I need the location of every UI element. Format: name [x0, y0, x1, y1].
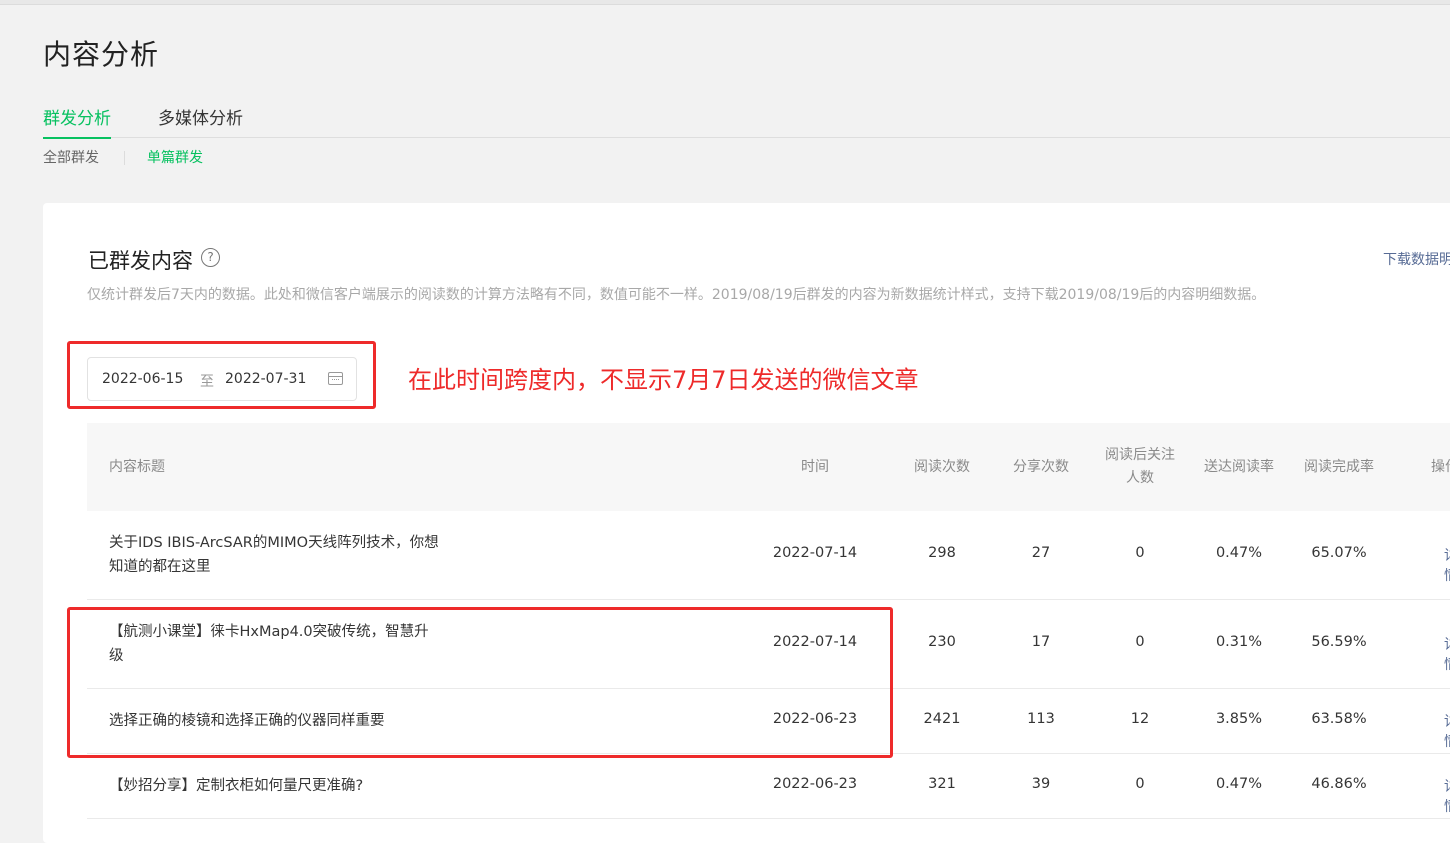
header-actions: 操作 — [1431, 459, 1450, 475]
row-detail-link[interactable]: 详情 — [1444, 776, 1450, 816]
top-border — [0, 0, 1450, 5]
tab-multimedia-analysis[interactable]: 多媒体分析 — [158, 104, 243, 137]
row-title[interactable]: 【妙招分享】定制衣柜如何量尺更准确? — [109, 774, 509, 798]
row-follows: 0 — [1135, 776, 1145, 792]
row-time: 2022-07-14 — [772, 545, 858, 561]
row-follows: 12 — [1130, 711, 1150, 727]
row-detail-link[interactable]: 详情 — [1444, 711, 1450, 751]
section-title: 已群发内容 — [88, 249, 193, 273]
row-reads: 230 — [928, 634, 956, 650]
help-icon[interactable]: ? — [201, 248, 220, 267]
download-data-link[interactable]: 下载数据明细 — [1383, 249, 1450, 269]
section-description: 仅统计群发后7天内的数据。此处和微信客户端展示的阅读数的计算方法略有不同，数值可… — [87, 287, 1266, 303]
table-header: 内容标题 时间 阅读次数 分享次数 阅读后关注人数 送达阅读率 阅读完成率 操作 — [87, 423, 1450, 511]
table-row: 关于IDS IBIS-ArcSAR的MIMO天线阵列技术，你想知道的都在这里 2… — [87, 511, 1450, 600]
header-reads: 阅读次数 — [914, 459, 970, 475]
header-time: 时间 — [801, 459, 829, 475]
row-follows: 0 — [1135, 545, 1145, 561]
row-reach-rate: 0.47% — [1215, 776, 1263, 792]
row-shares: 17 — [1031, 634, 1051, 650]
row-reach-rate: 3.85% — [1215, 711, 1263, 727]
row-reach-rate: 0.31% — [1215, 634, 1263, 650]
annotation-box-date-range — [67, 341, 376, 409]
row-shares: 113 — [1027, 711, 1055, 727]
header-reach-rate: 送达阅读率 — [1204, 459, 1274, 475]
header-completion-rate: 阅读完成率 — [1304, 459, 1374, 475]
header-title: 内容标题 — [109, 459, 165, 475]
annotation-box-rows — [67, 607, 893, 758]
table-row: 【妙招分享】定制衣柜如何量尺更准确? 2022-06-23 321 39 0 0… — [87, 754, 1450, 819]
row-completion-rate: 46.86% — [1311, 776, 1367, 792]
row-detail-link[interactable]: 详情 — [1444, 634, 1450, 674]
row-detail-link[interactable]: 详情 — [1444, 545, 1450, 585]
subtab-all-sends[interactable]: 全部群发 — [43, 147, 99, 167]
row-completion-rate: 63.58% — [1311, 711, 1367, 727]
row-time: 2022-06-23 — [772, 776, 858, 792]
row-reads: 298 — [928, 545, 956, 561]
main-tabs: 群发分析 多媒体分析 — [43, 104, 1450, 139]
subtab-single-send[interactable]: 单篇群发 — [147, 147, 203, 167]
row-reads: 321 — [928, 776, 956, 792]
row-follows: 0 — [1135, 634, 1145, 650]
tab-mass-send-analysis[interactable]: 群发分析 — [43, 104, 111, 139]
row-reads: 2421 — [923, 711, 961, 727]
row-shares: 39 — [1031, 776, 1051, 792]
subtab-divider — [124, 151, 125, 165]
row-completion-rate: 65.07% — [1311, 545, 1367, 561]
header-shares: 分享次数 — [1013, 459, 1069, 475]
page-title: 内容分析 — [43, 38, 160, 71]
row-reach-rate: 0.47% — [1215, 545, 1263, 561]
header-follows: 阅读后关注人数 — [1105, 447, 1175, 486]
row-title[interactable]: 关于IDS IBIS-ArcSAR的MIMO天线阵列技术，你想知道的都在这里 — [109, 531, 439, 579]
row-completion-rate: 56.59% — [1311, 634, 1367, 650]
annotation-text: 在此时间跨度内，不显示7月7日发送的微信文章 — [408, 366, 919, 394]
row-shares: 27 — [1031, 545, 1051, 561]
